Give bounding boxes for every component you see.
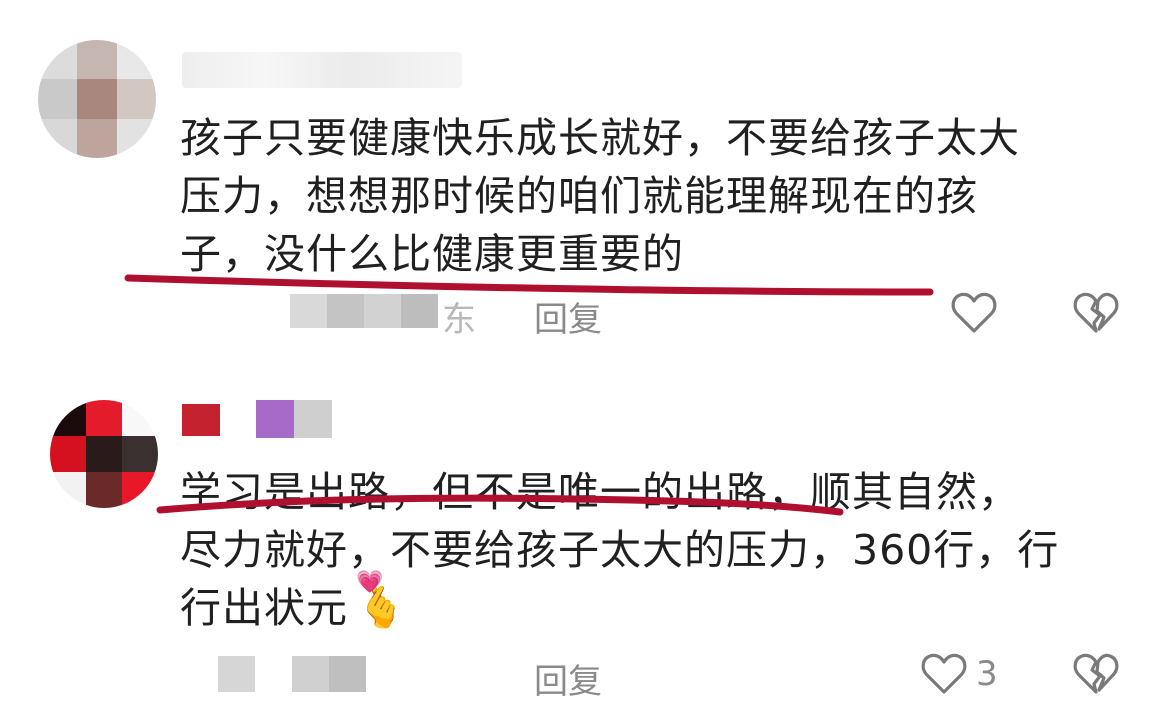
comment-body: 孩子只要健康快乐成长就好，不要给孩子太大 压力，想想那时候的咱们就能理解现在的孩… xyxy=(180,109,1140,283)
heart-outline-icon[interactable] xyxy=(920,652,968,696)
timestamp-blurred xyxy=(290,294,438,328)
broken-heart-icon[interactable] xyxy=(1072,652,1120,696)
heart-outline-icon[interactable] xyxy=(950,291,998,335)
timestamp-blurred xyxy=(218,656,366,692)
like-count: 3 xyxy=(976,654,998,694)
heart-emoji: 💗 xyxy=(356,570,385,595)
comment-line: 孩子只要健康快乐成长就好，不要给孩子太大 xyxy=(180,114,1020,162)
comment-line-text: 行出状元 xyxy=(180,584,348,632)
comment-body: 学习是出路，但不是唯一的出路，顺其自然， 尽力就好，不要给孩子太大的压力，360… xyxy=(180,463,1140,637)
finger-heart-emoji: 💗 🫰 xyxy=(356,572,407,629)
reply-button[interactable]: 回复 xyxy=(534,292,602,341)
reply-button[interactable]: 回复 xyxy=(534,654,602,703)
comment-line: 压力，想想那时候的咱们就能理解现在的孩 xyxy=(180,172,978,220)
avatar[interactable] xyxy=(38,40,156,158)
avatar[interactable] xyxy=(50,400,158,508)
comment-line: 行出状元 💗 🫰 xyxy=(180,572,1140,637)
username-blurred[interactable] xyxy=(182,400,332,440)
comment-line: 学习是出路，但不是唯一的出路，顺其自然， xyxy=(180,468,1020,516)
comment-line: 子，没什么比健康更重要的 xyxy=(180,230,684,278)
username-blurred[interactable] xyxy=(182,52,462,88)
location-label: 东 xyxy=(442,300,476,340)
comment-line: 尽力就好，不要给孩子太大的压力，360行，行 xyxy=(180,526,1060,574)
broken-heart-icon[interactable] xyxy=(1072,291,1120,335)
